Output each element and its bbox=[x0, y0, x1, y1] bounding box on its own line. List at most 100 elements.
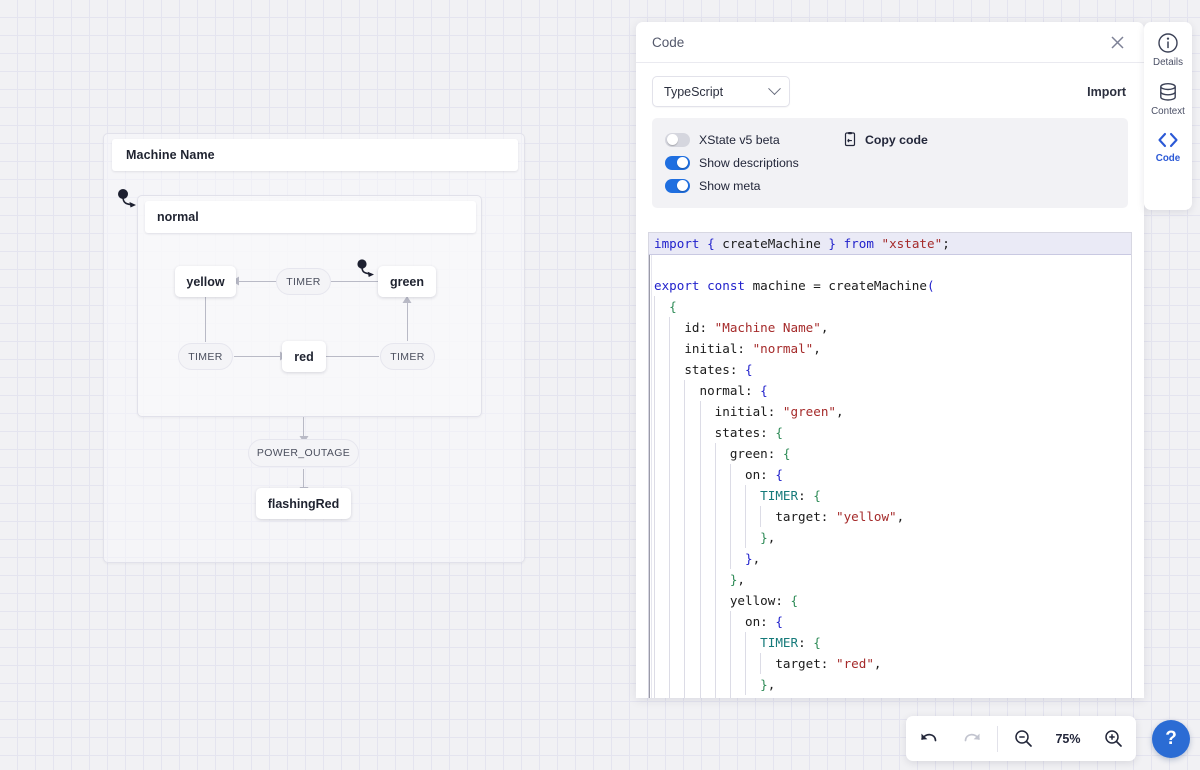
language-select[interactable]: TypeScript bbox=[652, 76, 790, 107]
indent-guide bbox=[730, 674, 731, 695]
code-token: } bbox=[760, 530, 768, 545]
machine-title-bar[interactable]: Machine Name bbox=[112, 139, 518, 171]
indent-guide bbox=[714, 548, 716, 569]
code-token: { bbox=[813, 635, 821, 650]
indent-guide bbox=[684, 380, 686, 401]
state-node-green[interactable]: green bbox=[378, 266, 436, 297]
compound-state-title-bar[interactable]: normal bbox=[145, 201, 476, 233]
indent-guide bbox=[745, 506, 747, 527]
code-line: import { createMachine } from "xstate"; bbox=[649, 233, 1131, 255]
event-pill-timer-red-green[interactable]: TIMER bbox=[380, 343, 435, 370]
indent-guide bbox=[684, 548, 686, 569]
code-token: machine = createMachine bbox=[745, 278, 927, 293]
state-node-yellow[interactable]: yellow bbox=[175, 266, 236, 297]
indent-guide bbox=[730, 464, 731, 485]
rail-item-details[interactable]: Details bbox=[1144, 32, 1192, 68]
copy-code-button[interactable]: Copy code bbox=[843, 128, 928, 151]
indent-guide bbox=[714, 443, 716, 464]
indent-guide bbox=[669, 464, 671, 485]
code-editor[interactable]: import { createMachine } from "xstate"; … bbox=[648, 232, 1132, 698]
code-line: normal: { bbox=[649, 380, 1131, 401]
code-line: }, bbox=[649, 548, 1131, 569]
code-line: }, bbox=[649, 674, 1131, 695]
indent-guide bbox=[699, 590, 701, 611]
code-token: } bbox=[828, 236, 837, 251]
state-node-red[interactable]: red bbox=[282, 341, 326, 372]
code-token: import bbox=[654, 236, 700, 251]
indent-guide bbox=[654, 695, 655, 698]
code-line: states: { bbox=[649, 422, 1131, 443]
zoom-in-button[interactable] bbox=[1091, 716, 1135, 761]
indent-guide bbox=[669, 443, 671, 464]
import-button[interactable]: Import bbox=[1085, 81, 1128, 103]
code-line: on: { bbox=[649, 611, 1131, 632]
indent-guide bbox=[684, 632, 686, 653]
indent-guide bbox=[669, 338, 671, 359]
event-pill-timer-yellow-red[interactable]: TIMER bbox=[178, 343, 233, 370]
toggle-show-meta[interactable] bbox=[665, 178, 690, 193]
code-token: createMachine bbox=[714, 236, 829, 251]
rail-item-code[interactable]: Code bbox=[1144, 130, 1192, 164]
option-xstate-v5-beta[interactable]: XState v5 beta bbox=[665, 128, 843, 151]
toggle-xstate-v5-beta[interactable] bbox=[665, 132, 690, 147]
code-line: TIMER: { bbox=[649, 632, 1131, 653]
zoom-toolbar: 75% bbox=[906, 716, 1136, 761]
code-token: TIMER bbox=[760, 635, 799, 650]
indent-guide bbox=[669, 569, 671, 590]
state-node-flashingred[interactable]: flashingRed bbox=[256, 488, 351, 519]
option-show-descriptions[interactable]: Show descriptions bbox=[665, 151, 843, 174]
code-token: { bbox=[669, 299, 677, 314]
rail-item-label: Context bbox=[1151, 106, 1185, 117]
code-token: yellow: bbox=[654, 593, 791, 608]
zoom-out-button[interactable] bbox=[1001, 716, 1045, 761]
indent-guide bbox=[684, 674, 686, 695]
right-tool-rail: Details Context Code bbox=[1144, 22, 1192, 210]
indent-guide bbox=[714, 674, 716, 695]
event-label: TIMER bbox=[188, 350, 223, 363]
event-label: TIMER bbox=[286, 275, 321, 288]
option-show-meta[interactable]: Show meta bbox=[665, 174, 843, 197]
indent-guide bbox=[654, 380, 655, 401]
code-panel-toolbar: TypeScript Import bbox=[636, 63, 1144, 107]
indent-guide bbox=[654, 548, 655, 569]
code-token: } bbox=[760, 677, 768, 692]
indent-guide bbox=[745, 527, 747, 548]
indent-guide bbox=[669, 695, 671, 698]
compound-state-normal[interactable]: normal bbox=[137, 195, 482, 417]
indent-guide bbox=[730, 527, 731, 548]
option-label: XState v5 beta bbox=[699, 132, 780, 147]
indent-guide bbox=[669, 527, 671, 548]
toggle-show-descriptions[interactable] bbox=[665, 155, 690, 170]
help-button[interactable]: ? bbox=[1152, 720, 1190, 758]
code-token: , bbox=[752, 551, 761, 566]
state-label: green bbox=[389, 274, 425, 289]
undo-button[interactable] bbox=[906, 716, 950, 761]
code-token: , bbox=[813, 341, 821, 356]
zoom-in-icon bbox=[1104, 730, 1122, 747]
close-icon[interactable] bbox=[1106, 31, 1128, 53]
event-pill-power-outage[interactable]: POWER_OUTAGE bbox=[248, 439, 359, 467]
event-pill-timer-green-yellow[interactable]: TIMER bbox=[276, 268, 331, 295]
indent-guide bbox=[699, 401, 701, 422]
indent-guide bbox=[684, 464, 686, 485]
indent-guide bbox=[699, 695, 701, 698]
indent-guide bbox=[699, 485, 701, 506]
code-token: , bbox=[767, 677, 776, 692]
code-line: { bbox=[649, 296, 1131, 317]
green-initial-marker bbox=[357, 259, 374, 277]
indent-guide bbox=[730, 632, 731, 653]
indent-guide bbox=[684, 611, 686, 632]
indent-guide bbox=[654, 317, 655, 338]
rail-item-context[interactable]: Context bbox=[1144, 81, 1192, 117]
code-token: { bbox=[707, 236, 715, 251]
code-token: } bbox=[745, 551, 753, 566]
copy-icon bbox=[844, 132, 856, 147]
redo-button[interactable] bbox=[950, 716, 994, 761]
language-select-value: TypeScript bbox=[664, 84, 724, 99]
code-content[interactable]: import { createMachine } from "xstate"; … bbox=[649, 233, 1131, 698]
indent-guide bbox=[669, 485, 671, 506]
app-root: Machine Name normal yellow green red fla… bbox=[0, 0, 1200, 770]
